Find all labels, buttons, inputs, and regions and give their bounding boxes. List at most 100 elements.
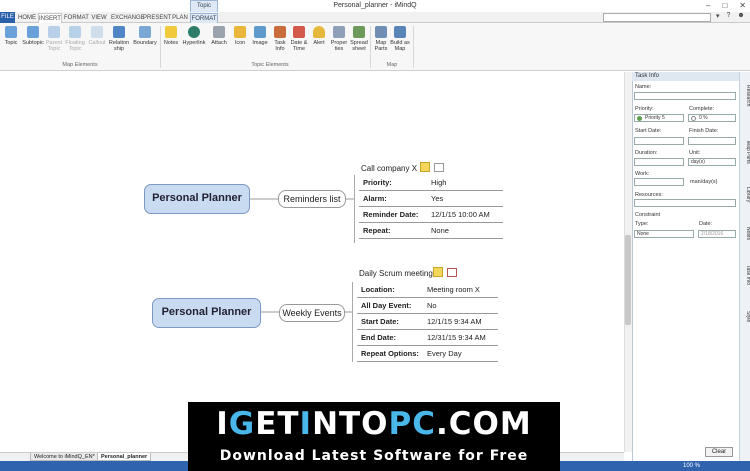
subtopic-button[interactable]: Subtopic bbox=[22, 26, 44, 46]
priority-select[interactable]: Priority 5 bbox=[634, 114, 684, 122]
priority-label: Priority: bbox=[635, 106, 654, 112]
task-info-table: Location: Meeting room X All Day Event: No… bbox=[352, 282, 498, 362]
complete-icon bbox=[691, 116, 696, 121]
complete-label: Complete: bbox=[689, 106, 715, 112]
relationship-icon bbox=[113, 26, 125, 38]
watermark-title-part: I bbox=[299, 406, 313, 442]
notes-button[interactable]: Notes bbox=[163, 26, 179, 46]
table-row: Reminder Date: 12/1/15 10:00 AM bbox=[359, 207, 503, 223]
minimize-icon[interactable]: – bbox=[706, 1, 710, 10]
resources-field[interactable] bbox=[634, 199, 736, 207]
dock-library[interactable]: Library bbox=[740, 180, 750, 210]
tab-file[interactable]: FILE bbox=[0, 12, 15, 23]
image-icon bbox=[254, 26, 266, 38]
task-info-button[interactable]: Task Info bbox=[272, 26, 288, 52]
task-title[interactable]: Call company X bbox=[361, 164, 417, 173]
duration-label: Duration: bbox=[635, 150, 658, 156]
panel-title: Task Info bbox=[632, 72, 739, 81]
help-icon[interactable]: ? bbox=[727, 12, 731, 20]
complete-select[interactable]: 0 % bbox=[688, 114, 736, 122]
map-canvas[interactable]: Personal Planner Reminders list Call com… bbox=[0, 72, 624, 452]
topic-icon bbox=[5, 26, 17, 38]
note-icon[interactable] bbox=[420, 162, 430, 172]
constraint-date-field[interactable]: 2/18/2016 bbox=[698, 230, 736, 238]
spreadsheet-button[interactable]: Spread sheet bbox=[350, 26, 368, 52]
clear-button[interactable]: Clear bbox=[705, 447, 733, 457]
tab-view[interactable]: VIEW bbox=[90, 13, 108, 23]
tab-topic-format[interactable]: FORMAT bbox=[190, 13, 218, 23]
maximize-icon[interactable]: □ bbox=[722, 1, 727, 10]
table-row: Alarm: Yes bbox=[359, 191, 503, 207]
alert-button[interactable]: Alert bbox=[311, 26, 327, 46]
bell-icon bbox=[313, 26, 325, 38]
attach-button[interactable]: Attach bbox=[209, 26, 229, 46]
unit-select[interactable]: day(s) bbox=[688, 158, 736, 166]
table-row: Repeat: None bbox=[359, 223, 503, 239]
constraint-type-select[interactable]: None bbox=[634, 230, 694, 238]
ribbon-separator bbox=[160, 26, 161, 68]
name-field[interactable] bbox=[634, 92, 736, 100]
side-dock: Research Map Parts Library Notes Task In… bbox=[739, 72, 750, 461]
finish-date-field[interactable] bbox=[688, 137, 736, 145]
image-button[interactable]: Image bbox=[251, 26, 269, 46]
table-row: Location: Meeting room X bbox=[357, 282, 498, 298]
relationship-button[interactable]: Relation ship bbox=[108, 26, 130, 52]
spreadsheet-icon bbox=[353, 26, 365, 38]
map-parts-icon bbox=[375, 26, 387, 38]
date-time-button[interactable]: Date & Time bbox=[290, 26, 308, 52]
calendar-icon[interactable] bbox=[447, 268, 457, 277]
boundary-button[interactable]: Boundary bbox=[133, 26, 157, 46]
duration-field[interactable] bbox=[634, 158, 684, 166]
tab-insert[interactable]: INSERT bbox=[38, 13, 62, 23]
topic-button[interactable]: Topic bbox=[2, 26, 20, 46]
dock-task-info[interactable]: Task Info bbox=[740, 260, 750, 290]
hyperlink-button[interactable]: Hyperlink bbox=[182, 26, 206, 46]
table-row: End Date: 12/31/15 9:34 AM bbox=[357, 330, 498, 346]
close-icon[interactable]: ✕ bbox=[739, 1, 746, 10]
root-topic[interactable]: Personal Planner bbox=[144, 184, 250, 214]
user-icon[interactable]: ☻ bbox=[737, 12, 744, 20]
dock-research[interactable]: Research bbox=[740, 78, 750, 114]
tab-home[interactable]: HOME bbox=[17, 13, 37, 23]
work-unit-label: man/day(s) bbox=[690, 179, 718, 185]
subtopic-weekly-events[interactable]: Weekly Events bbox=[279, 304, 345, 322]
parent-topic-button[interactable]: Parent Topic bbox=[45, 26, 63, 52]
dock-notes[interactable]: Notes bbox=[740, 222, 750, 246]
watermark-title-part: .COM bbox=[436, 406, 532, 442]
context-tab-group-label: Topic bbox=[190, 0, 218, 12]
type-label: Type: bbox=[635, 221, 649, 227]
zoom-level: 100 % bbox=[683, 463, 701, 469]
watermark-title: IGETINTOPC.COM bbox=[188, 406, 560, 442]
scrollbar-thumb[interactable] bbox=[625, 235, 631, 325]
dock-map-parts[interactable]: Map Parts bbox=[740, 132, 750, 172]
book-icon[interactable] bbox=[434, 163, 444, 172]
task-title[interactable]: Daily Scrum meeting bbox=[359, 269, 433, 278]
search-input[interactable] bbox=[603, 13, 711, 22]
start-date-field[interactable] bbox=[634, 137, 684, 145]
root-topic[interactable]: Personal Planner bbox=[152, 298, 261, 328]
map-parts-button[interactable]: Map Parts bbox=[373, 26, 389, 52]
build-as-map-button[interactable]: Build as Map bbox=[390, 26, 410, 52]
notes-icon bbox=[165, 26, 177, 38]
chevron-down-icon[interactable]: ▾ bbox=[716, 12, 720, 20]
work-field[interactable] bbox=[634, 178, 684, 186]
note-icon[interactable] bbox=[433, 267, 443, 277]
tab-format[interactable]: FORMAT bbox=[64, 13, 89, 23]
icon-button[interactable]: Icon bbox=[231, 26, 249, 46]
sheet-tab[interactable]: Welcome to iMindQ_EN* bbox=[30, 453, 99, 461]
work-label: Work: bbox=[635, 171, 650, 177]
callout-button[interactable]: Callout bbox=[88, 26, 106, 46]
tab-present[interactable]: PRESENT bbox=[143, 13, 171, 23]
task-info-table: Priority: High Alarm: Yes Reminder Date: 12… bbox=[354, 175, 503, 243]
sheet-tab-active[interactable]: Personal_planner bbox=[97, 453, 152, 461]
start-date-label: Start Date: bbox=[635, 128, 662, 134]
floating-topic-button[interactable]: Floating Topic bbox=[65, 26, 85, 52]
subtopic-reminders-list[interactable]: Reminders list bbox=[278, 190, 346, 208]
resources-label: Resources: bbox=[635, 192, 663, 198]
ribbon-separator bbox=[370, 26, 371, 68]
tab-exchange[interactable]: EXCHANGE bbox=[111, 13, 145, 23]
watermark-title-part: PC bbox=[388, 406, 437, 442]
tab-plan[interactable]: PLAN bbox=[171, 13, 189, 23]
properties-button[interactable]: Proper ties bbox=[330, 26, 348, 52]
dock-style[interactable]: Style bbox=[740, 306, 750, 328]
